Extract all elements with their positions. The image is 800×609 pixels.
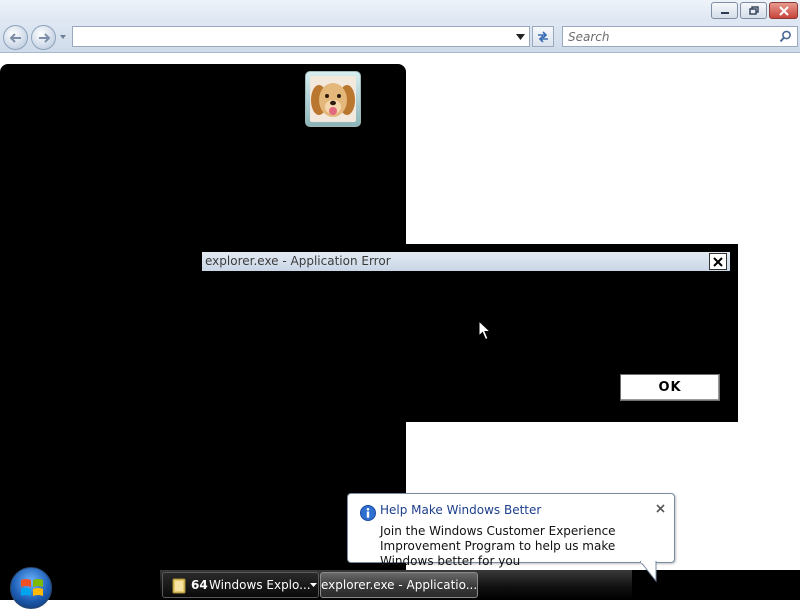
error-dialog-title: explorer.exe - Application Error	[205, 254, 391, 268]
user-picture-dog	[310, 76, 356, 122]
taskbar-group-count: 64	[191, 578, 208, 592]
notification-balloon[interactable]: Help Make Windows Better Join the Window…	[347, 493, 675, 568]
info-icon	[360, 505, 376, 521]
address-dropdown-icon[interactable]	[516, 34, 525, 40]
close-button[interactable]	[769, 2, 798, 19]
address-input[interactable]	[75, 28, 511, 45]
refresh-button[interactable]	[532, 26, 554, 47]
notification-close-button[interactable]	[653, 501, 667, 515]
search-box[interactable]	[562, 26, 798, 47]
ok-button[interactable]: OK	[620, 374, 720, 401]
recent-pages-dropdown-icon[interactable]	[58, 32, 68, 42]
taskbar-error-dialog-button[interactable]: explorer.exe - Applicatio...	[320, 572, 478, 598]
search-input[interactable]	[566, 28, 766, 45]
back-button[interactable]	[3, 25, 28, 50]
notification-title: Help Make Windows Better	[380, 503, 542, 517]
windows-logo-icon	[21, 579, 43, 596]
minimize-button[interactable]	[711, 2, 738, 19]
close-icon	[778, 5, 789, 16]
chevron-down-icon	[310, 583, 317, 587]
notification-balloon-tail	[640, 561, 657, 583]
taskbar-error-label: explorer.exe - Applicatio...	[321, 578, 478, 592]
address-bar[interactable]	[72, 26, 530, 47]
taskbar-group-label: Windows Explo...	[209, 578, 311, 592]
user-picture-frame[interactable]	[305, 71, 361, 127]
window-title-bar	[0, 0, 800, 22]
notification-message: Join the Windows Customer Experience Imp…	[380, 524, 616, 568]
restore-button[interactable]	[740, 2, 767, 19]
search-icon[interactable]	[779, 30, 792, 43]
start-button[interactable]	[10, 567, 52, 609]
forward-arrow-icon	[38, 32, 50, 43]
restore-icon	[748, 5, 759, 15]
folder-icon	[172, 578, 186, 594]
error-dialog-close-button[interactable]	[709, 253, 727, 270]
refresh-icon	[538, 30, 548, 43]
close-icon	[655, 503, 665, 513]
taskbar-windows-explorer-group[interactable]: 64 Windows Explo...	[162, 572, 319, 598]
close-icon	[713, 256, 723, 267]
back-arrow-icon	[9, 32, 21, 43]
minimize-icon	[720, 11, 729, 14]
mouse-cursor-icon	[478, 320, 492, 341]
forward-button[interactable]	[31, 25, 56, 50]
error-dialog-title-bar: explorer.exe - Application Error	[202, 252, 730, 271]
